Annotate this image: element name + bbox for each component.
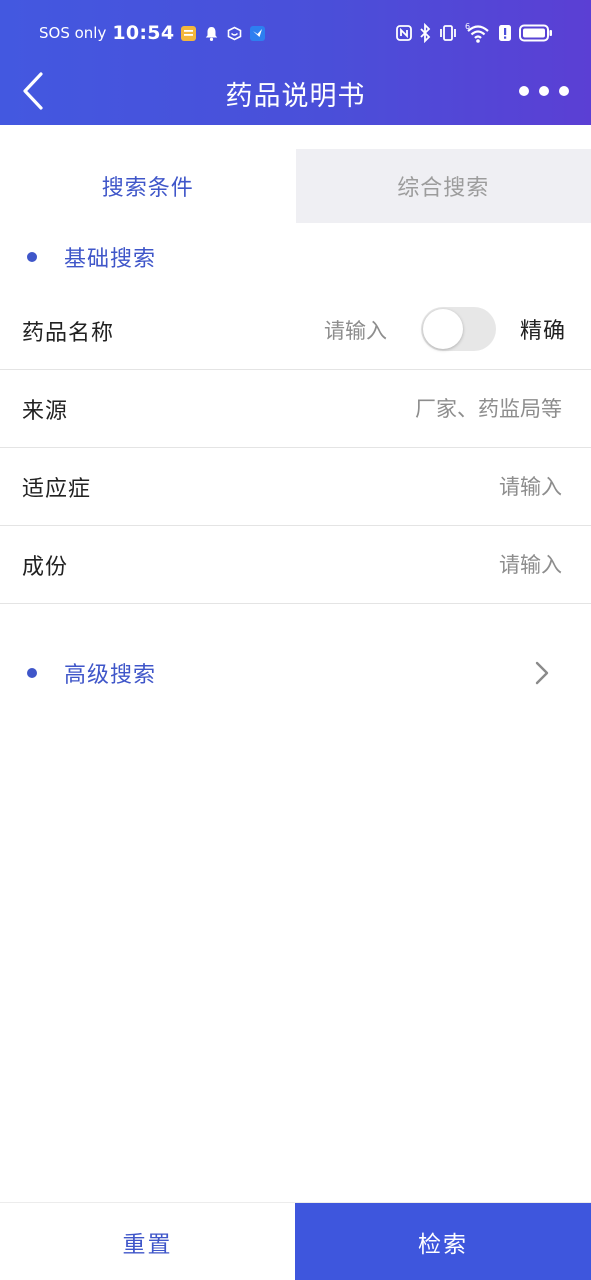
drug-name-row: 药品名称 [0,292,591,370]
drug-name-input[interactable] [237,311,387,351]
bottom-action-bar: 重置 检索 [0,1202,591,1280]
calendar-app-icon [181,25,197,41]
ingredients-input[interactable] [262,545,562,585]
indication-input[interactable] [262,467,562,507]
ingredients-row: 成份 [0,526,591,604]
wifi-icon: 6 [465,22,489,43]
carrier-text: SOS only [39,24,107,42]
tab-search-conditions[interactable]: 搜索条件 [0,149,296,223]
basic-search-header: 基础搜索 [0,227,591,287]
battery-icon [519,24,552,42]
bell-icon [206,26,218,41]
tab-comprehensive-search[interactable]: 综合搜索 [295,149,591,223]
exact-match-toggle[interactable] [421,307,496,351]
indication-label: 适应症 [22,477,92,502]
source-label: 来源 [22,399,69,424]
more-dot-icon [539,86,549,96]
alert-icon [499,25,511,41]
basic-search-title: 基础搜索 [64,247,157,272]
source-row: 来源 [0,370,591,448]
bluetooth-icon [420,23,431,43]
ingredients-label: 成份 [22,555,69,580]
toggle-knob [423,309,463,349]
nav-bar: 药品说明书 [0,66,591,125]
nfc-icon [396,25,412,41]
app-header: SOS only 10:54 6 药品说明书 [0,0,591,125]
section-bullet-icon [27,668,37,678]
status-bar-left: SOS only 10:54 [39,20,266,46]
more-options-button[interactable] [519,76,569,106]
advanced-search-header[interactable]: 高级搜索 [0,643,591,703]
chevron-right-icon [535,661,549,685]
status-bar: SOS only 10:54 6 [0,0,591,66]
network-type-label: 6 [465,22,470,31]
section-bullet-icon [27,252,37,262]
indication-row: 适应症 [0,448,591,526]
search-button[interactable]: 检索 [295,1203,591,1280]
page-title: 药品说明书 [225,81,366,112]
bird-app-icon [250,25,266,41]
clock: 10:54 [112,22,175,44]
exact-match-label: 精确 [519,319,566,344]
smiley-box-icon [228,26,242,40]
advanced-search-title: 高级搜索 [64,663,157,688]
search-tabs: 搜索条件 综合搜索 [0,149,591,223]
vibrate-icon [440,25,456,41]
status-bar-right: 6 [396,20,553,46]
more-dot-icon [559,86,569,96]
reset-button[interactable]: 重置 [0,1203,295,1280]
source-input[interactable] [262,389,562,429]
more-dot-icon [519,86,529,96]
drug-name-label: 药品名称 [22,321,115,346]
